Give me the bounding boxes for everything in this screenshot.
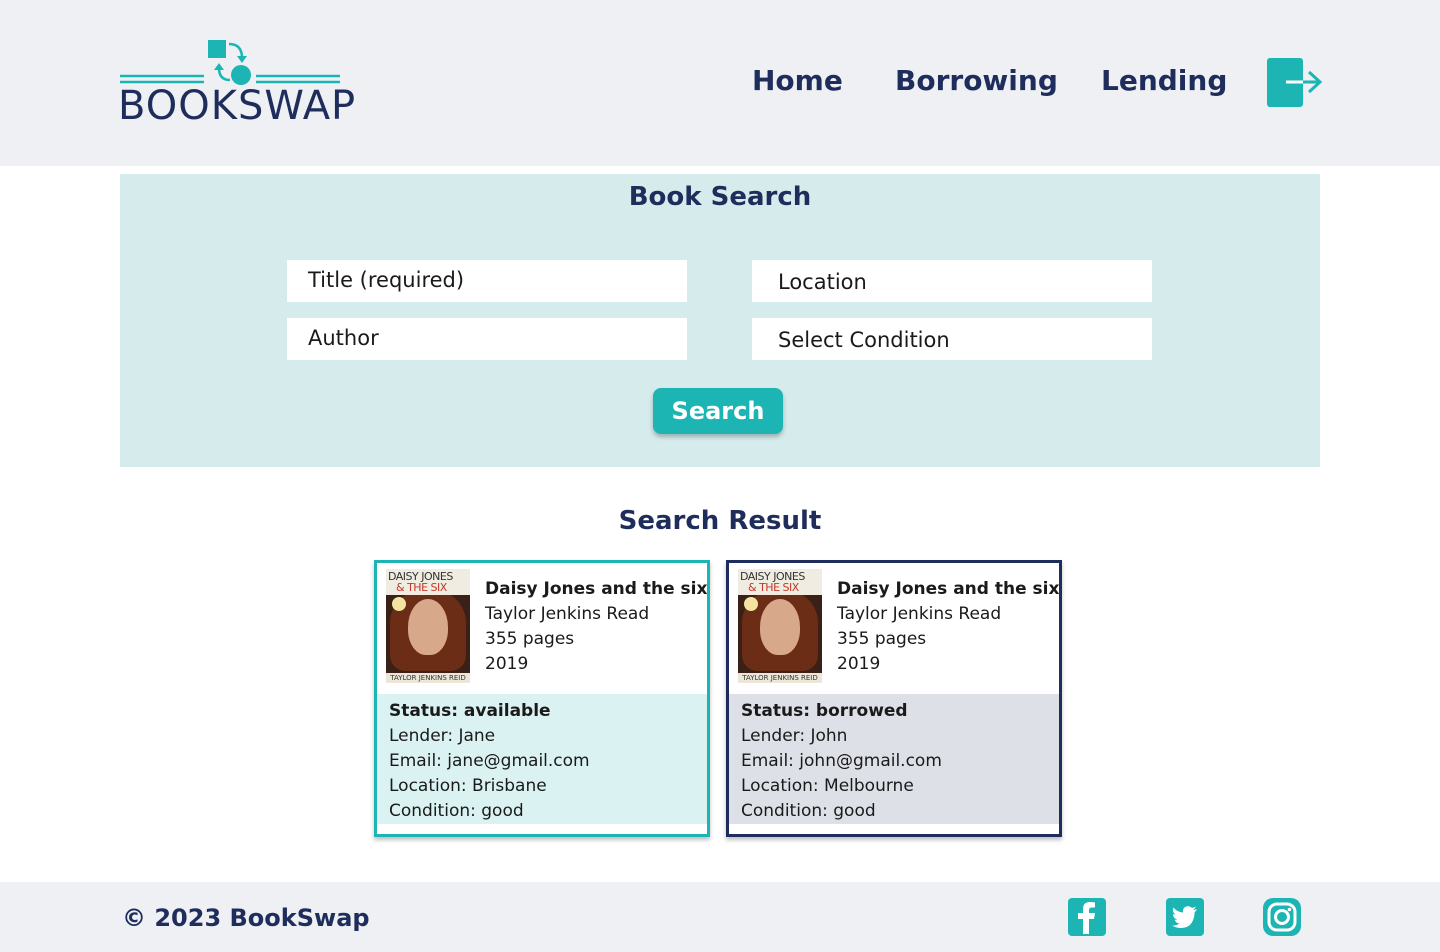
condition-label: Condition: good bbox=[741, 801, 876, 821]
result-card[interactable]: DAISY JONES & THE SIX TAYLOR JENKINS REI… bbox=[726, 560, 1062, 837]
book-cover: DAISY JONES & THE SIX TAYLOR JENKINS REI… bbox=[738, 569, 822, 683]
logout-button[interactable] bbox=[1266, 57, 1326, 109]
nav-borrowing[interactable]: Borrowing bbox=[895, 64, 1058, 97]
title-input[interactable]: Title (required) bbox=[287, 260, 687, 302]
email-label: Email: john@gmail.com bbox=[741, 751, 942, 771]
main-nav: Home Borrowing Lending bbox=[0, 64, 1440, 104]
author-input[interactable]: Author bbox=[287, 318, 687, 360]
search-title: Book Search bbox=[628, 182, 812, 212]
logout-icon bbox=[1267, 58, 1323, 107]
facebook-link[interactable] bbox=[1068, 898, 1106, 936]
book-author: Taylor Jenkins Read bbox=[485, 604, 650, 624]
book-title: Daisy Jones and the six bbox=[837, 579, 1060, 599]
instagram-icon bbox=[1267, 902, 1297, 932]
nav-home[interactable]: Home bbox=[752, 64, 843, 97]
book-pages: 355 pages bbox=[837, 629, 927, 649]
copyright-text: © 2023 BookSwap bbox=[122, 904, 370, 932]
cover-title-line2: & THE SIX bbox=[396, 581, 447, 594]
book-search-panel: Book Search Title (required) Author Loca… bbox=[120, 174, 1320, 467]
cover-author: TAYLOR JENKINS REID bbox=[738, 673, 822, 683]
search-button[interactable]: Search bbox=[653, 388, 783, 434]
book-author: Taylor Jenkins Read bbox=[837, 604, 1002, 624]
cover-title-line2: & THE SIX bbox=[748, 581, 799, 594]
status-label: Status: available bbox=[389, 701, 551, 721]
status-label: Status: borrowed bbox=[741, 701, 908, 721]
book-pages: 355 pages bbox=[485, 629, 575, 649]
twitter-link[interactable] bbox=[1166, 898, 1204, 936]
results-title: Search Result bbox=[618, 506, 822, 536]
facebook-icon bbox=[1078, 902, 1095, 934]
result-card[interactable]: DAISY JONES & THE SIX TAYLOR JENKINS REI… bbox=[374, 560, 710, 837]
instagram-link[interactable] bbox=[1263, 898, 1301, 936]
location-label: Location: Melbourne bbox=[741, 776, 914, 796]
lending-details: Status: available Lender: Jane Email: ja… bbox=[377, 694, 707, 824]
condition-label: Condition: good bbox=[389, 801, 524, 821]
lender-label: Lender: John bbox=[741, 726, 848, 746]
nav-lending[interactable]: Lending bbox=[1101, 64, 1227, 97]
footer: © 2023 BookSwap bbox=[0, 882, 1440, 952]
location-input[interactable]: Location bbox=[752, 260, 1152, 302]
book-title: Daisy Jones and the six bbox=[485, 579, 708, 599]
book-year: 2019 bbox=[837, 654, 881, 674]
condition-select[interactable]: Select Condition bbox=[752, 318, 1152, 360]
book-info: Daisy Jones and the six Taylor Jenkins R… bbox=[485, 577, 707, 677]
email-label: Email: jane@gmail.com bbox=[389, 751, 590, 771]
lender-label: Lender: Jane bbox=[389, 726, 496, 746]
book-year: 2019 bbox=[485, 654, 529, 674]
book-info: Daisy Jones and the six Taylor Jenkins R… bbox=[837, 577, 1059, 677]
book-cover: DAISY JONES & THE SIX TAYLOR JENKINS REI… bbox=[386, 569, 470, 683]
lending-details: Status: borrowed Lender: John Email: joh… bbox=[729, 694, 1059, 824]
twitter-icon bbox=[1172, 906, 1197, 928]
cover-author: TAYLOR JENKINS REID bbox=[386, 673, 470, 683]
location-label: Location: Brisbane bbox=[389, 776, 547, 796]
header: BOOKSWAP Home Borrowing Lending bbox=[0, 0, 1440, 166]
